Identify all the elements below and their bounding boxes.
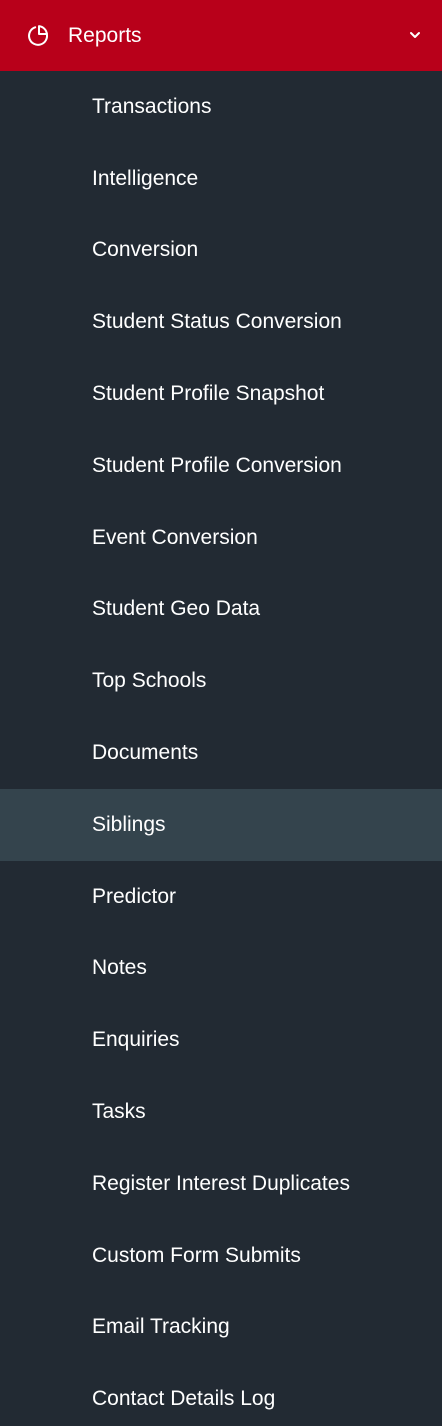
submenu-item-student-profile-snapshot[interactable]: Student Profile Snapshot (0, 358, 442, 430)
submenu-item-event-conversion[interactable]: Event Conversion (0, 502, 442, 574)
submenu-item-enquiries[interactable]: Enquiries (0, 1004, 442, 1076)
submenu-item-student-profile-conversion[interactable]: Student Profile Conversion (0, 430, 442, 502)
submenu-item-notes[interactable]: Notes (0, 933, 442, 1005)
submenu-item-transactions[interactable]: Transactions (0, 71, 442, 143)
reports-submenu: Transactions Intelligence Conversion Stu… (0, 71, 442, 1426)
submenu-item-conversion[interactable]: Conversion (0, 215, 442, 287)
submenu-item-documents[interactable]: Documents (0, 717, 442, 789)
submenu-item-siblings[interactable]: Siblings (0, 788, 442, 861)
submenu-item-contact-details-log[interactable]: Contact Details Log (0, 1363, 442, 1426)
reports-section-header[interactable]: Reports (0, 0, 442, 71)
pie-chart-icon (26, 24, 50, 48)
submenu-item-register-interest-duplicates[interactable]: Register Interest Duplicates (0, 1148, 442, 1220)
submenu-item-student-status-conversion[interactable]: Student Status Conversion (0, 286, 442, 358)
submenu-item-intelligence[interactable]: Intelligence (0, 143, 442, 215)
submenu-item-email-tracking[interactable]: Email Tracking (0, 1292, 442, 1364)
submenu-item-custom-form-submits[interactable]: Custom Form Submits (0, 1220, 442, 1292)
submenu-item-student-geo-data[interactable]: Student Geo Data (0, 574, 442, 646)
submenu-item-top-schools[interactable]: Top Schools (0, 645, 442, 717)
submenu-item-predictor[interactable]: Predictor (0, 861, 442, 933)
reports-label: Reports (68, 24, 142, 47)
chevron-down-icon[interactable] (408, 28, 422, 42)
sidebar: Reports Transactions Intelligence Conver… (0, 0, 442, 1426)
submenu-item-tasks[interactable]: Tasks (0, 1076, 442, 1148)
